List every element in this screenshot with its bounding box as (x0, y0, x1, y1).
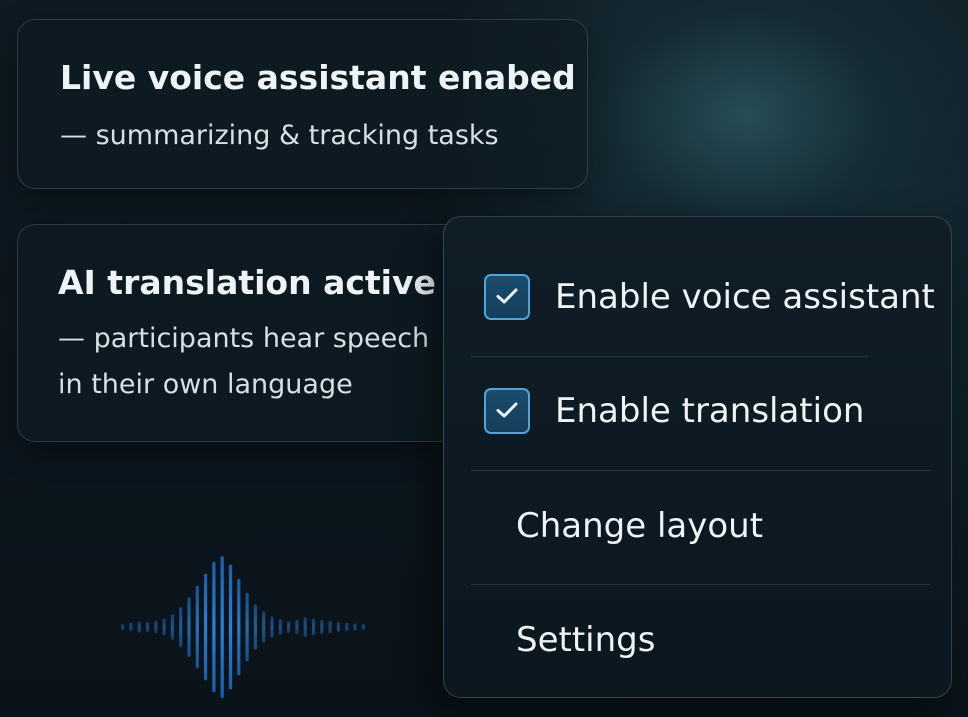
waveform-bar (361, 624, 365, 630)
checkmark-icon (496, 288, 518, 304)
context-menu: Enable voice assistant Enable translatio… (443, 216, 952, 698)
waveform-bar (253, 604, 257, 650)
menu-item-change-layout[interactable]: Change layout (444, 470, 951, 582)
waveform-bar (129, 622, 133, 632)
translation-status-subtitle: — participants hear speech in their own … (58, 316, 429, 408)
change-layout-label: Change layout (516, 506, 764, 546)
menu-item-settings[interactable]: Settings (444, 584, 951, 696)
waveform-bar (311, 618, 316, 636)
waveform-bar (212, 561, 216, 693)
waveform-bar (137, 621, 141, 633)
waveform-bar (187, 597, 191, 657)
waveform-bar (162, 618, 166, 636)
waveform-bar (328, 620, 332, 634)
waveform-bar (303, 617, 307, 637)
waveform-bar (170, 614, 174, 640)
voice-assistant-status-card: Live voice assistant enabed — summarizin… (17, 19, 588, 189)
waveform-bar (262, 611, 266, 643)
waveform-bar (295, 619, 299, 635)
waveform-bar (245, 592, 249, 662)
translation-status-card: AI translation active — participants hea… (17, 224, 487, 442)
waveform-bar (237, 578, 241, 676)
waveform-bar (320, 619, 324, 635)
voice-assistant-status-subtitle: — summarizing & tracking tasks (60, 120, 499, 151)
waveform-bar (336, 622, 340, 632)
waveform-bar (228, 564, 233, 690)
translation-status-subtitle-line-2: in their own language (58, 369, 353, 400)
waveform-bar (287, 621, 291, 633)
enable-voice-assistant-label: Enable voice assistant (555, 277, 935, 317)
waveform-bar (195, 585, 199, 669)
enable-translation-checkbox[interactable] (484, 388, 530, 434)
waveform-bar (145, 622, 150, 632)
checkmark-icon (496, 402, 518, 418)
menu-item-enable-voice-assistant[interactable]: Enable voice assistant (444, 241, 951, 353)
voice-assistant-status-title: Live voice assistant enabed (60, 58, 576, 97)
translation-status-subtitle-line-1: — participants hear speech (58, 323, 430, 354)
waveform-bar (179, 607, 183, 647)
audio-waveform-icon (121, 556, 365, 698)
enable-translation-label: Enable translation (555, 391, 865, 431)
waveform-bar (154, 620, 158, 634)
menu-item-enable-translation[interactable]: Enable translation (444, 355, 951, 467)
waveform-bar (278, 619, 282, 635)
waveform-bar (353, 623, 357, 631)
translation-status-title: AI translation active (58, 263, 436, 302)
waveform-bar (345, 622, 349, 632)
waveform-bar (220, 556, 224, 698)
waveform-bar (270, 616, 274, 638)
enable-voice-assistant-checkbox[interactable] (484, 274, 530, 320)
waveform-bar (204, 573, 208, 681)
settings-label: Settings (516, 620, 656, 660)
waveform-bar (121, 624, 125, 630)
